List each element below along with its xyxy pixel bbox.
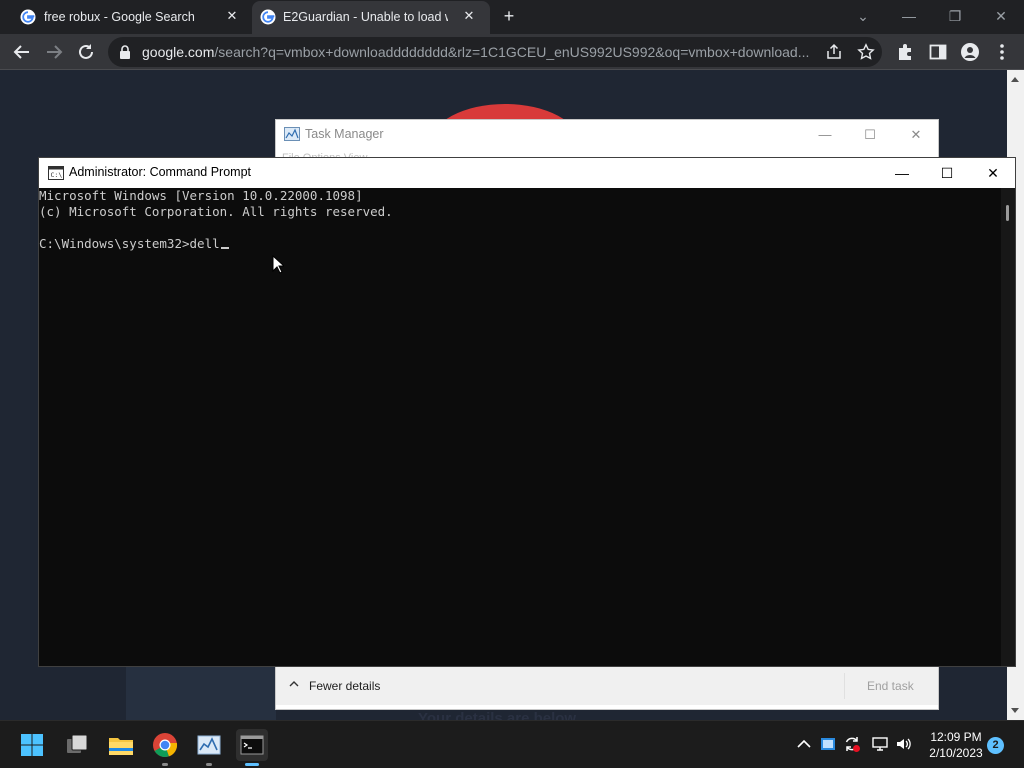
sync-error-icon[interactable] — [843, 735, 861, 753]
maximize-button[interactable]: ☐ — [936, 162, 958, 184]
tab-search-chevron-icon[interactable]: ⌄ — [852, 5, 874, 27]
task-manager-icon — [284, 127, 300, 141]
task-manager-icon — [197, 735, 221, 755]
command-prompt-title-bar[interactable]: C:\ Administrator: Command Prompt — ☐ ✕ — [39, 158, 1015, 188]
mouse-pointer-icon — [272, 255, 284, 274]
close-button[interactable]: ✕ — [982, 162, 1004, 184]
text-cursor — [220, 247, 229, 249]
running-indicator — [206, 763, 212, 766]
back-arrow-icon[interactable] — [11, 41, 33, 63]
task-manager-title: Task Manager — [305, 127, 384, 141]
minimize-button[interactable]: — — [898, 5, 920, 27]
profile-avatar-icon[interactable] — [960, 42, 980, 62]
clock-time[interactable]: 12:09 PM — [924, 730, 988, 744]
active-indicator — [245, 763, 259, 766]
task-view-icon[interactable] — [61, 729, 93, 761]
chrome-taskbar-button[interactable] — [149, 729, 181, 766]
extensions-puzzle-icon[interactable] — [896, 42, 916, 62]
page-details-text: Your details are below — [418, 710, 577, 720]
scroll-down-arrow-icon[interactable] — [1011, 708, 1019, 713]
chevron-up-icon[interactable] — [795, 735, 813, 753]
task-manager-title-bar[interactable]: Task Manager — ☐ ✕ — [276, 120, 938, 150]
svg-text:C:\: C:\ — [51, 171, 63, 179]
browser-tab-strip: free robux - Google Search ✕ E2Guardian … — [0, 0, 1024, 34]
desktop: free robux - Google Search ✕ E2Guardian … — [0, 0, 1024, 768]
command-prompt-title: Administrator: Command Prompt — [69, 165, 252, 179]
volume-icon[interactable] — [895, 735, 913, 753]
console-scrollbar[interactable] — [1001, 188, 1015, 666]
side-panel-icon[interactable] — [928, 42, 948, 62]
tab-title: free robux - Google Search — [44, 10, 195, 24]
bookmark-star-icon[interactable] — [857, 43, 875, 61]
url-text[interactable]: google.com/search?q=vmbox+downloaddddddd… — [142, 44, 818, 60]
file-explorer-icon[interactable] — [105, 729, 137, 761]
running-indicator — [162, 763, 168, 766]
tab-close-icon[interactable]: ✕ — [223, 7, 241, 25]
console-output[interactable]: Microsoft Windows [Version 10.0.22000.10… — [39, 188, 999, 666]
address-bar[interactable]: google.com/search?q=vmbox+downloaddddddd… — [108, 37, 882, 67]
command-prompt-icon — [240, 735, 264, 755]
command-prompt-window[interactable]: C:\ Administrator: Command Prompt — ☐ ✕ … — [38, 157, 1016, 667]
taskbar: 12:09 PM 2/10/2023 2 — [0, 720, 1024, 768]
command-prompt-taskbar-button[interactable] — [236, 729, 268, 766]
task-manager-footer: Fewer details End task — [276, 667, 938, 705]
browser-toolbar: google.com/search?q=vmbox+downloaddddddd… — [0, 34, 1024, 70]
maximize-button[interactable]: ☐ — [859, 124, 881, 146]
console-input-text[interactable]: C:\Windows\system32>dell — [39, 236, 220, 251]
reload-icon[interactable] — [75, 41, 97, 63]
chevron-up-icon[interactable] — [288, 678, 300, 690]
restore-button[interactable]: ❐ — [944, 5, 966, 27]
tab-e2guardian[interactable]: E2Guardian - Unable to load web ✕ — [252, 1, 490, 34]
minimize-button[interactable]: — — [891, 162, 913, 184]
end-task-button[interactable]: End task — [844, 673, 932, 699]
share-icon[interactable] — [825, 43, 843, 61]
lock-icon[interactable] — [119, 45, 131, 59]
clock-date[interactable]: 2/10/2023 — [924, 746, 988, 760]
fewer-details-link[interactable]: Fewer details — [309, 679, 380, 693]
new-tab-button[interactable]: + — [499, 6, 519, 26]
google-favicon-icon — [20, 9, 36, 25]
tab-free-robux[interactable]: free robux - Google Search ✕ — [20, 0, 242, 34]
notification-badge[interactable]: 2 — [987, 737, 1004, 754]
forward-arrow-icon[interactable] — [43, 41, 65, 63]
start-icon[interactable] — [16, 729, 48, 761]
virtualbox-tray-icon[interactable] — [819, 735, 837, 753]
console-line: (c) Microsoft Corporation. All rights re… — [39, 204, 393, 219]
command-prompt-icon: C:\ — [48, 166, 64, 180]
close-button[interactable]: ✕ — [905, 124, 927, 146]
scrollbar-thumb[interactable] — [1006, 205, 1009, 221]
task-manager-taskbar-button[interactable] — [193, 729, 225, 766]
tab-title: E2Guardian - Unable to load web — [283, 10, 448, 24]
close-button[interactable]: ✕ — [990, 5, 1012, 27]
console-line: Microsoft Windows [Version 10.0.22000.10… — [39, 188, 363, 203]
minimize-button[interactable]: — — [814, 124, 836, 146]
tab-close-icon[interactable]: ✕ — [460, 7, 478, 25]
network-icon[interactable] — [871, 735, 889, 753]
chrome-icon — [153, 733, 178, 757]
more-menu-icon[interactable] — [992, 42, 1012, 62]
console-prompt-line[interactable]: C:\Windows\system32>dell — [39, 236, 229, 252]
scroll-up-arrow-icon[interactable] — [1011, 77, 1019, 82]
google-favicon-icon — [260, 9, 276, 25]
